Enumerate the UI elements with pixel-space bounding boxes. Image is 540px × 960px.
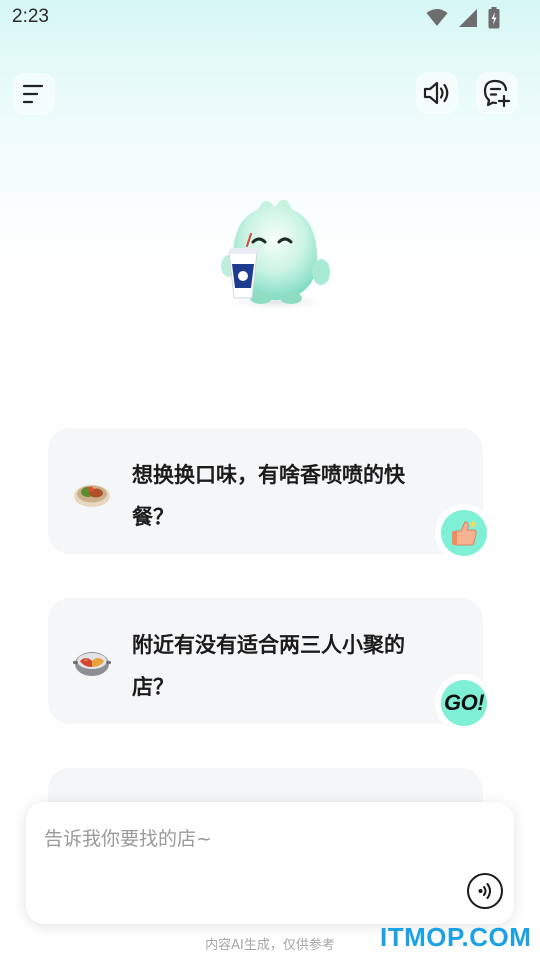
menu-button[interactable] (13, 73, 55, 115)
suggestion-badge (435, 504, 493, 562)
chat-input-box (26, 802, 514, 924)
wifi-icon (426, 8, 448, 32)
mascot (195, 180, 355, 340)
dish-icon (72, 472, 112, 512)
speaker-icon (423, 81, 449, 105)
hotpot-icon (72, 642, 112, 682)
go-badge: GO! (441, 680, 487, 726)
new-chat-button[interactable] (476, 72, 518, 114)
watermark: ITMOP.COM (380, 922, 532, 952)
status-time: 2:23 (12, 6, 49, 27)
go-badge-label: GO! (443, 690, 485, 715)
ai-disclaimer-text: 内容AI生成，仅供参考 (205, 938, 335, 953)
speaker-button[interactable] (416, 72, 458, 114)
suggestion-card[interactable]: 附近有没有适合两三人小聚的店？ GO! (48, 598, 493, 732)
cellular-signal-icon (458, 8, 478, 32)
suggestion-text: 想换换口味，有啥香喷喷的快餐？ (132, 463, 405, 529)
new-chat-icon (483, 79, 511, 108)
suggestion-card[interactable]: 想换换口味，有啥香喷喷的快餐？ (48, 428, 493, 562)
status-bar: 2:23 (0, 0, 540, 36)
thumbs-up-icon (441, 510, 487, 556)
mascot-character-icon (217, 199, 337, 312)
battery-charging-icon (488, 7, 500, 33)
chat-input[interactable] (44, 824, 464, 854)
suggestion-badge: GO! (435, 674, 493, 732)
suggestion-text: 附近有没有适合两三人小聚的店？ (132, 633, 405, 699)
voice-input-icon (478, 883, 491, 899)
menu-icon (22, 84, 44, 104)
voice-input-button[interactable] (467, 873, 503, 909)
status-icons (426, 7, 500, 33)
